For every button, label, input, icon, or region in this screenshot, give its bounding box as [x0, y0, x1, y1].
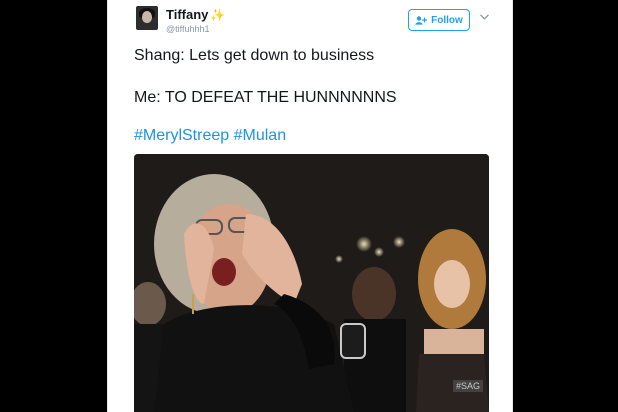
tweet-card: Tiffany ✨ @tiffuhhh1 Follow Shang: Lets g… [107, 0, 513, 412]
tweet-line-2: Me: TO DEFEAT THE HUNNNNNNS [134, 89, 397, 106]
author-handle[interactable]: @tiffuhhh1 [166, 24, 210, 34]
add-user-icon [415, 15, 428, 25]
author-name-row[interactable]: Tiffany ✨ [166, 7, 225, 22]
chevron-down-icon[interactable] [480, 12, 489, 23]
follow-label: Follow [431, 14, 463, 26]
hashtags: #MerylStreep #Mulan [134, 126, 286, 146]
avatar[interactable] [136, 6, 158, 30]
hashtag-link[interactable]: #MerylStreep [134, 127, 229, 144]
media-watermark: #SAG [452, 380, 483, 392]
author-name[interactable]: Tiffany [166, 7, 208, 22]
tweet-line-1: Shang: Lets get down to business [134, 47, 375, 64]
follow-button[interactable]: Follow [408, 9, 470, 31]
avatar-face [142, 11, 152, 23]
tweet-media[interactable]: #SAG [134, 154, 489, 412]
sparkle-icon: ✨ [210, 8, 226, 22]
media-image [134, 154, 489, 412]
hashtag-link[interactable]: #Mulan [234, 127, 286, 144]
